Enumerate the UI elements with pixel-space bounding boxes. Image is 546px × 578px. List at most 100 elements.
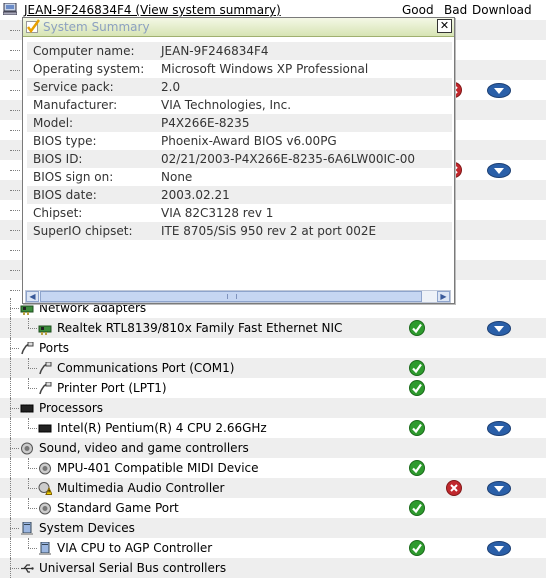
tree-connector: [28, 318, 29, 328]
tree-connector: [28, 378, 29, 388]
summary-value: 2.0: [161, 80, 181, 94]
tree-connector: [10, 290, 20, 291]
tree-connector: [28, 458, 29, 468]
speaker-icon: [20, 442, 34, 455]
tree-connector: [10, 230, 20, 231]
tree-device[interactable]: VIA CPU to AGP Controller: [0, 538, 546, 558]
device-label: MPU-401 Compatible MIDI Device: [57, 461, 259, 475]
summary-value: Phoenix-Award BIOS v6.00PG: [161, 134, 337, 148]
tree-connector: [28, 368, 37, 369]
tree-category[interactable]: System Devices: [0, 518, 546, 538]
tree-connector: [10, 398, 11, 418]
summary-row: Service pack: 2.0: [27, 78, 452, 96]
tree-device[interactable]: Intel(R) Pentium(R) 4 CPU 2.66GHz: [0, 418, 546, 438]
horizontal-scrollbar[interactable]: ◀ ▶: [25, 290, 451, 303]
speaker-icon: [38, 462, 52, 475]
tree-device[interactable]: Standard Game Port: [0, 498, 546, 518]
summary-value: 2003.02.21: [161, 188, 230, 202]
summary-key: BIOS ID:: [33, 152, 83, 166]
tree-connector: [10, 408, 19, 409]
tree-connector: [10, 448, 19, 449]
download-button[interactable]: [487, 481, 511, 496]
popup-titlebar: System Summary ✕: [23, 18, 454, 37]
device-label: Communications Port (COM1): [57, 361, 235, 375]
tree-device[interactable]: Multimedia Audio Controller: [0, 478, 546, 498]
port-icon: [20, 341, 34, 355]
summary-key: BIOS type:: [33, 134, 97, 148]
summary-value: P4X266E-8235: [161, 116, 250, 130]
device-label: VIA CPU to AGP Controller: [57, 541, 213, 555]
port-icon: [38, 381, 52, 395]
tree-connector: [28, 548, 37, 549]
close-button[interactable]: ✕: [437, 19, 452, 33]
tree-device[interactable]: Realtek RTL8139/810x Family Fast Etherne…: [0, 318, 546, 338]
summary-value: VIA Technologies, Inc.: [161, 98, 292, 112]
network-card-icon: [38, 322, 52, 335]
tree-device[interactable]: MPU-401 Compatible MIDI Device: [0, 458, 546, 478]
tree-connector: [10, 568, 19, 569]
scroll-left-arrow-icon[interactable]: ◀: [26, 291, 39, 302]
summary-value: 02/21/2003-P4X266E-8235-6A6LW00IC-00: [161, 152, 415, 166]
system-device-icon: [20, 521, 34, 535]
tree-device[interactable]: Communications Port (COM1): [0, 358, 546, 378]
summary-row: BIOS date: 2003.02.21: [27, 186, 452, 204]
tree-connector: [10, 358, 11, 378]
tree-category[interactable]: Sound, video and game controllers: [0, 438, 546, 458]
summary-value: JEAN-9F246834F4: [161, 44, 269, 58]
tree-device[interactable]: Printer Port (LPT1): [0, 378, 546, 398]
tree-connector: [10, 308, 19, 309]
device-label: Universal Serial Bus controllers: [39, 561, 227, 575]
tree-connector: [28, 388, 37, 389]
summary-value: VIA 82C3128 rev 1: [161, 206, 274, 220]
tree-category[interactable]: Processors: [0, 398, 546, 418]
tree-connector: [10, 110, 20, 111]
tree-connector: [10, 418, 11, 438]
tree-connector: [10, 210, 20, 211]
summary-key: BIOS sign on:: [33, 170, 114, 184]
tree-connector: [10, 558, 11, 578]
tree-connector: [10, 90, 20, 91]
download-button[interactable]: [487, 321, 511, 336]
popup-title: System Summary: [43, 20, 150, 34]
download-button[interactable]: [487, 421, 511, 436]
checkmark-icon: [26, 19, 40, 34]
tree-connector: [10, 318, 11, 338]
col-download-header: Download: [472, 3, 532, 17]
tree-connector: [10, 30, 20, 31]
summary-value: ITE 8705/SiS 950 rev 2 at port 002E: [161, 224, 377, 238]
computer-icon: [3, 3, 17, 15]
summary-key: Chipset:: [33, 206, 83, 220]
tree-connector: [28, 478, 29, 488]
device-label: Printer Port (LPT1): [57, 381, 167, 395]
cpu-icon: [20, 402, 34, 415]
tree-category[interactable]: Universal Serial Bus controllers: [0, 558, 546, 578]
scroll-right-arrow-icon[interactable]: ▶: [437, 291, 450, 302]
system-summary-link[interactable]: JEAN-9F246834F4 (View system summary): [24, 3, 281, 17]
summary-key: Service pack:: [33, 80, 114, 94]
tree-connector: [28, 508, 37, 509]
tree-connector: [10, 298, 11, 318]
device-label: Standard Game Port: [57, 501, 179, 515]
tree-connector: [28, 498, 29, 508]
tree-connector: [10, 458, 11, 478]
tree-connector: [10, 518, 11, 538]
good-status-icon: [409, 320, 425, 336]
download-button[interactable]: [487, 541, 511, 556]
good-status-icon: [409, 380, 425, 396]
tree-category[interactable]: Ports: [0, 338, 546, 358]
summary-key: BIOS date:: [33, 188, 97, 202]
download-button[interactable]: [487, 163, 511, 178]
tree-connector: [10, 70, 20, 71]
download-button[interactable]: [487, 83, 511, 98]
good-status-icon: [409, 420, 425, 436]
tree-connector: [10, 50, 20, 51]
scroll-thumb[interactable]: [40, 291, 422, 302]
tree-connector: [28, 358, 29, 368]
summary-row: Model: P4X266E-8235: [27, 114, 452, 132]
bad-status-icon: [446, 480, 462, 496]
summary-value: Microsoft Windows XP Professional: [161, 62, 369, 76]
tree-connector: [28, 328, 37, 329]
usb-icon: [20, 562, 34, 575]
port-icon: [38, 361, 52, 375]
good-status-icon: [409, 360, 425, 376]
